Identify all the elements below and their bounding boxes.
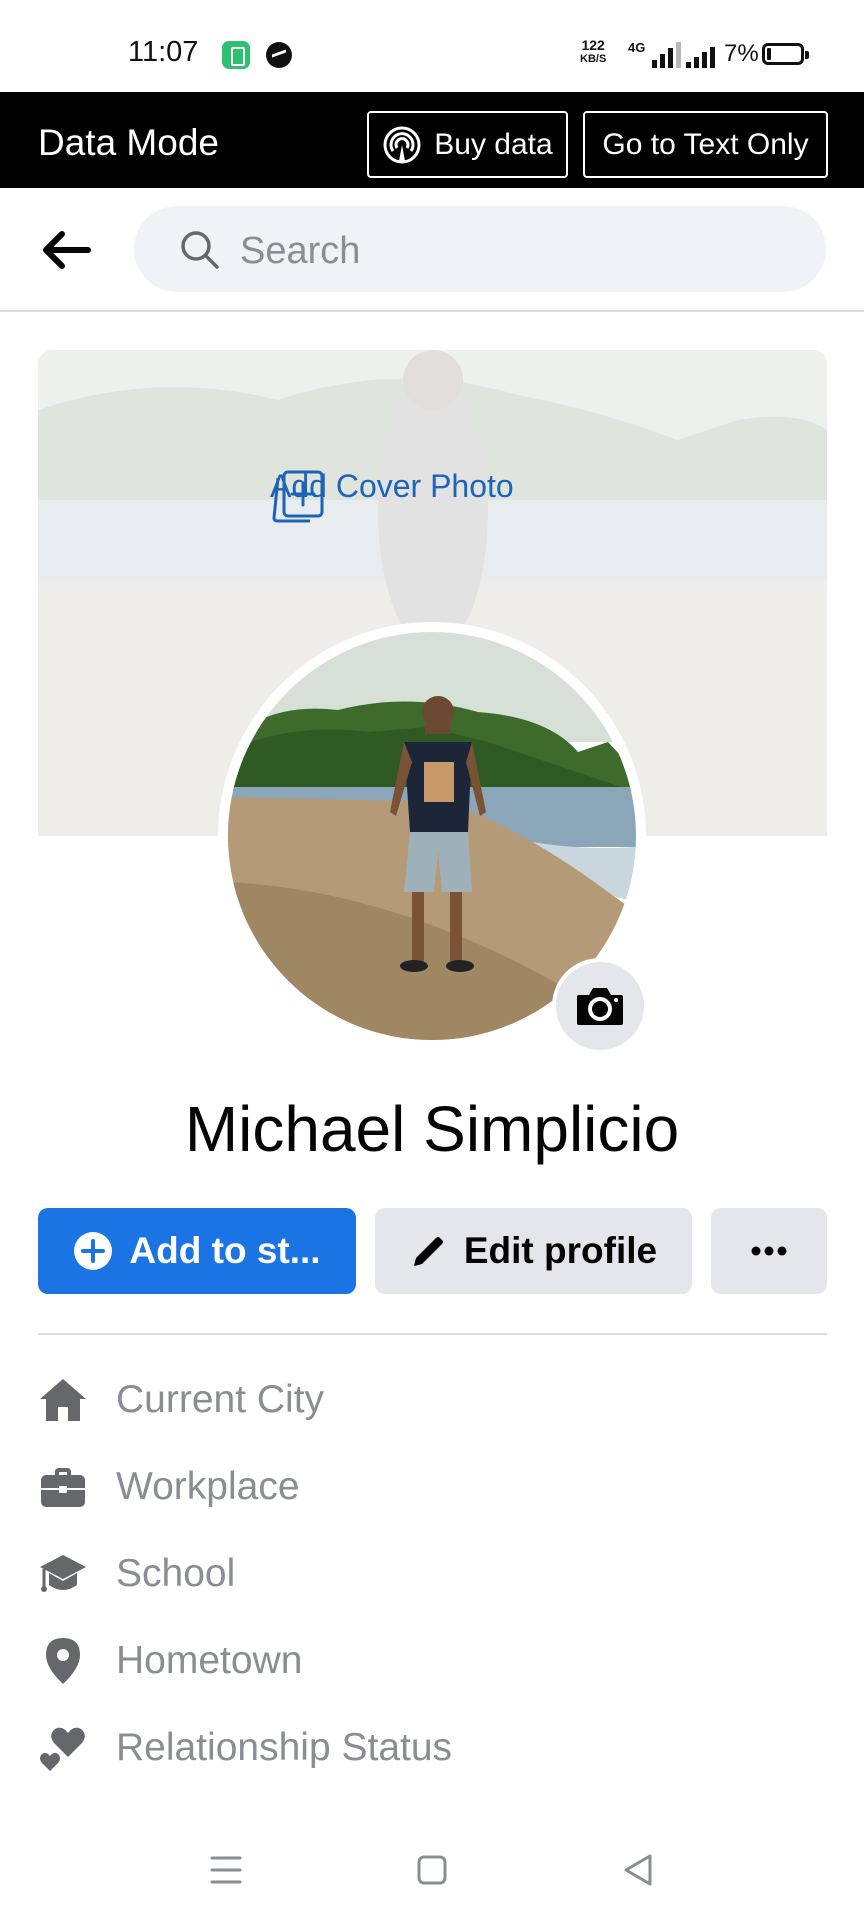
network-speed-unit: KB/S — [580, 53, 607, 65]
detail-relationship-status[interactable]: Relationship Status — [38, 1718, 452, 1778]
briefcase-icon — [41, 1468, 85, 1507]
network-speed-value: 122 — [581, 37, 605, 53]
search-icon — [181, 231, 219, 269]
edit-profile-label: Edit profile — [463, 1230, 658, 1271]
network-speed: 122 KB/S — [580, 38, 606, 66]
graduation-cap-icon — [40, 1555, 86, 1592]
detail-label: Workplace — [116, 1465, 300, 1508]
status-time: 11:07 — [128, 36, 199, 68]
detail-label: Relationship Status — [116, 1726, 453, 1769]
signal-icon — [652, 42, 681, 68]
more-options-button[interactable] — [711, 1208, 827, 1294]
home-square-icon[interactable] — [410, 1848, 454, 1892]
location-pin-icon — [46, 1638, 80, 1684]
text-only-button[interactable]: Go to Text Only — [583, 111, 828, 178]
messenger-app-icon — [266, 42, 292, 68]
detail-hometown[interactable]: Hometown — [38, 1631, 302, 1691]
camera-icon — [577, 988, 623, 1025]
signal-icon-2 — [686, 42, 715, 68]
profile-name: Michael Simplicio — [184, 1093, 680, 1165]
network-type: 4G — [628, 40, 646, 55]
edit-profile-button[interactable]: Edit profile — [375, 1208, 692, 1294]
status-bar: 11:07 122 KB/S 4G 7% — [0, 0, 864, 92]
search-header: Search — [0, 188, 864, 312]
detail-school[interactable]: School — [38, 1544, 235, 1604]
detail-label: Hometown — [116, 1639, 303, 1682]
change-profile-photo-button[interactable] — [552, 958, 648, 1054]
battery-percent: 7% — [724, 40, 759, 67]
hearts-icon — [40, 1727, 85, 1771]
menu-icon[interactable] — [204, 1848, 248, 1892]
plus-circle-icon — [74, 1232, 113, 1270]
buy-data-button[interactable]: Buy data — [367, 111, 568, 178]
buy-data-label: Buy data — [434, 127, 553, 161]
ellipsis-icon — [751, 1246, 787, 1256]
detail-label: School — [116, 1552, 236, 1595]
battery-icon — [762, 43, 809, 65]
search-placeholder: Search — [240, 230, 361, 272]
data-mode-title: Data Mode — [38, 122, 219, 163]
detail-label: Current City — [116, 1378, 325, 1421]
section-divider — [38, 1333, 827, 1335]
add-photo-icon — [272, 470, 324, 523]
home-icon — [40, 1379, 86, 1421]
battery-saver-app-icon — [222, 41, 250, 69]
add-to-story-button[interactable]: Add to st... — [38, 1208, 356, 1294]
back-arrow-icon[interactable] — [40, 228, 92, 272]
back-triangle-icon[interactable] — [616, 1848, 660, 1892]
detail-workplace[interactable]: Workplace — [38, 1457, 300, 1517]
pencil-icon — [413, 1237, 443, 1266]
search-input[interactable]: Search — [134, 206, 826, 292]
data-mode-bar: Data Mode Buy data Go to Text Only — [0, 92, 864, 188]
add-to-story-label: Add to st... — [129, 1230, 321, 1271]
add-cover-photo-button[interactable]: Add Cover Photo — [270, 468, 514, 523]
detail-current-city[interactable]: Current City — [38, 1370, 324, 1430]
broadcast-icon — [383, 126, 421, 163]
system-nav-bar — [0, 1820, 864, 1920]
